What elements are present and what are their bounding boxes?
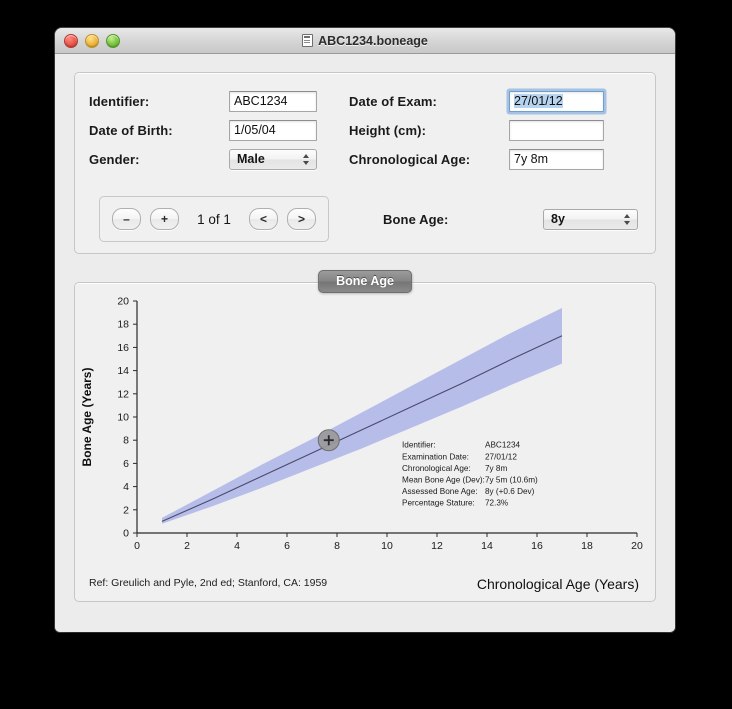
annotation-value: 72.3%	[485, 499, 508, 508]
bone-age-label: Bone Age:	[383, 212, 449, 227]
x-axis-tick-label: 4	[234, 540, 240, 552]
height-label: Height (cm):	[349, 123, 427, 138]
date-of-exam-input[interactable]: 27/01/12	[509, 91, 604, 112]
y-axis-tick-label: 0	[123, 528, 129, 540]
date-of-birth-label: Date of Birth:	[89, 123, 173, 138]
bone-age-value: 8y	[551, 212, 565, 226]
y-axis-title: Bone Age (Years)	[80, 368, 94, 467]
date-of-exam-label: Date of Exam:	[349, 94, 437, 109]
stepper-arrows-icon	[622, 210, 631, 229]
annotation-label: Chronological Age:	[402, 464, 471, 473]
identifier-label: Identifier:	[89, 94, 150, 109]
arrow-down-icon	[302, 161, 309, 165]
arrow-down-icon	[623, 221, 630, 225]
record-pager: – + 1 of 1 < >	[99, 196, 329, 242]
bone-age-row: Bone Age: 8y	[383, 209, 638, 230]
gender-select[interactable]: Male	[229, 149, 317, 170]
x-axis-tick-label: 20	[631, 540, 643, 552]
annotation-value: 7y 5m (10.6m)	[485, 476, 538, 485]
remove-record-button[interactable]: –	[112, 208, 141, 230]
chart-svg: 0 2 4 6 8 10 12 14 16 18 20 0 2 4 6 8 10 12 14 16 18 20 Bone A…	[80, 296, 643, 553]
app-window: ABC1234.boneage Identifier: ABC1234 Date…	[55, 28, 675, 632]
document-icon	[302, 34, 314, 47]
identifier-input[interactable]: ABC1234	[229, 91, 317, 112]
y-axis-tick-label: 10	[117, 412, 129, 424]
x-axis-tick-label: 16	[531, 540, 543, 552]
x-axis-title: Chronological Age (Years)	[476, 576, 639, 592]
gender-label: Gender:	[89, 152, 140, 167]
chronological-age-input[interactable]: 7y 8m	[509, 149, 604, 170]
gender-value: Male	[237, 152, 265, 166]
x-axis-tick-label: 6	[284, 540, 290, 552]
window-title: ABC1234.boneage	[318, 33, 428, 48]
chart-annotation-table: Identifier: ABC1234 Examination Date: 27/01…	[402, 441, 538, 508]
x-axis-tick-label: 0	[134, 540, 140, 552]
y-axis-tick-label: 2	[123, 504, 129, 516]
x-axis-tick-label: 18	[581, 540, 593, 552]
add-record-button[interactable]: +	[150, 208, 179, 230]
stepper-arrows-icon	[301, 150, 310, 169]
x-axis-tick-label: 8	[334, 540, 340, 552]
x-axis-tick-label: 2	[184, 540, 190, 552]
annotation-label: Assessed Bone Age:	[402, 487, 478, 496]
previous-record-button[interactable]: <	[249, 208, 278, 230]
patient-form-grid: Identifier: ABC1234 Date of Exam: 27/01/…	[89, 87, 604, 174]
annotation-value: 8y (+0.6 Dev)	[485, 487, 535, 496]
chronological-age-label: Chronological Age:	[349, 152, 471, 167]
x-axis-tick-label: 12	[431, 540, 443, 552]
window-body: Identifier: ABC1234 Date of Exam: 27/01/…	[55, 54, 675, 632]
date-of-birth-input[interactable]: 1/05/04	[229, 120, 317, 141]
date-of-exam-value: 27/01/12	[514, 94, 563, 108]
annotation-label: Percentage Stature:	[402, 499, 475, 508]
y-axis-tick-label: 4	[123, 481, 129, 493]
chart-reference: Ref: Greulich and Pyle, 2nd ed; Stanford…	[89, 577, 328, 589]
annotation-value: 7y 8m	[485, 464, 507, 473]
annotation-label: Mean Bone Age (Dev):	[402, 476, 485, 485]
y-axis-tick-label: 12	[117, 388, 129, 400]
window-title-group: ABC1234.boneage	[55, 28, 675, 53]
annotation-value: 27/01/12	[485, 452, 517, 461]
y-axis-tick-label: 8	[123, 435, 129, 447]
y-axis-tick-label: 18	[117, 319, 129, 331]
y-axis-tick-label: 6	[123, 458, 129, 470]
title-bar[interactable]: ABC1234.boneage	[55, 28, 675, 54]
next-record-button[interactable]: >	[287, 208, 316, 230]
chart-panel: Bone Age 0 2 4 6 8 10 12 14 16 18 20 0 2 4 6 8 10 12 14 16 1…	[74, 270, 656, 602]
height-input[interactable]	[509, 120, 604, 141]
annotation-value: ABC1234	[485, 441, 520, 450]
bone-age-chart: 0 2 4 6 8 10 12 14 16 18 20 0 2 4 6 8 10 12 14 16 18 20 Bone A…	[75, 283, 655, 601]
x-axis-tick-label: 10	[381, 540, 393, 552]
annotation-label: Identifier:	[402, 441, 436, 450]
arrow-up-icon	[302, 154, 309, 158]
y-axis-tick-label: 16	[117, 342, 129, 354]
y-axis-tick-label: 20	[117, 296, 129, 308]
annotation-label: Examination Date:	[402, 452, 469, 461]
patient-data-point-marker[interactable]	[317, 429, 340, 452]
y-axis-tick-label: 14	[117, 365, 129, 377]
arrow-up-icon	[623, 214, 630, 218]
bone-age-select[interactable]: 8y	[543, 209, 638, 230]
patient-form-panel: Identifier: ABC1234 Date of Exam: 27/01/…	[74, 72, 656, 254]
record-count-label: 1 of 1	[197, 211, 231, 227]
x-axis-tick-label: 14	[481, 540, 493, 552]
